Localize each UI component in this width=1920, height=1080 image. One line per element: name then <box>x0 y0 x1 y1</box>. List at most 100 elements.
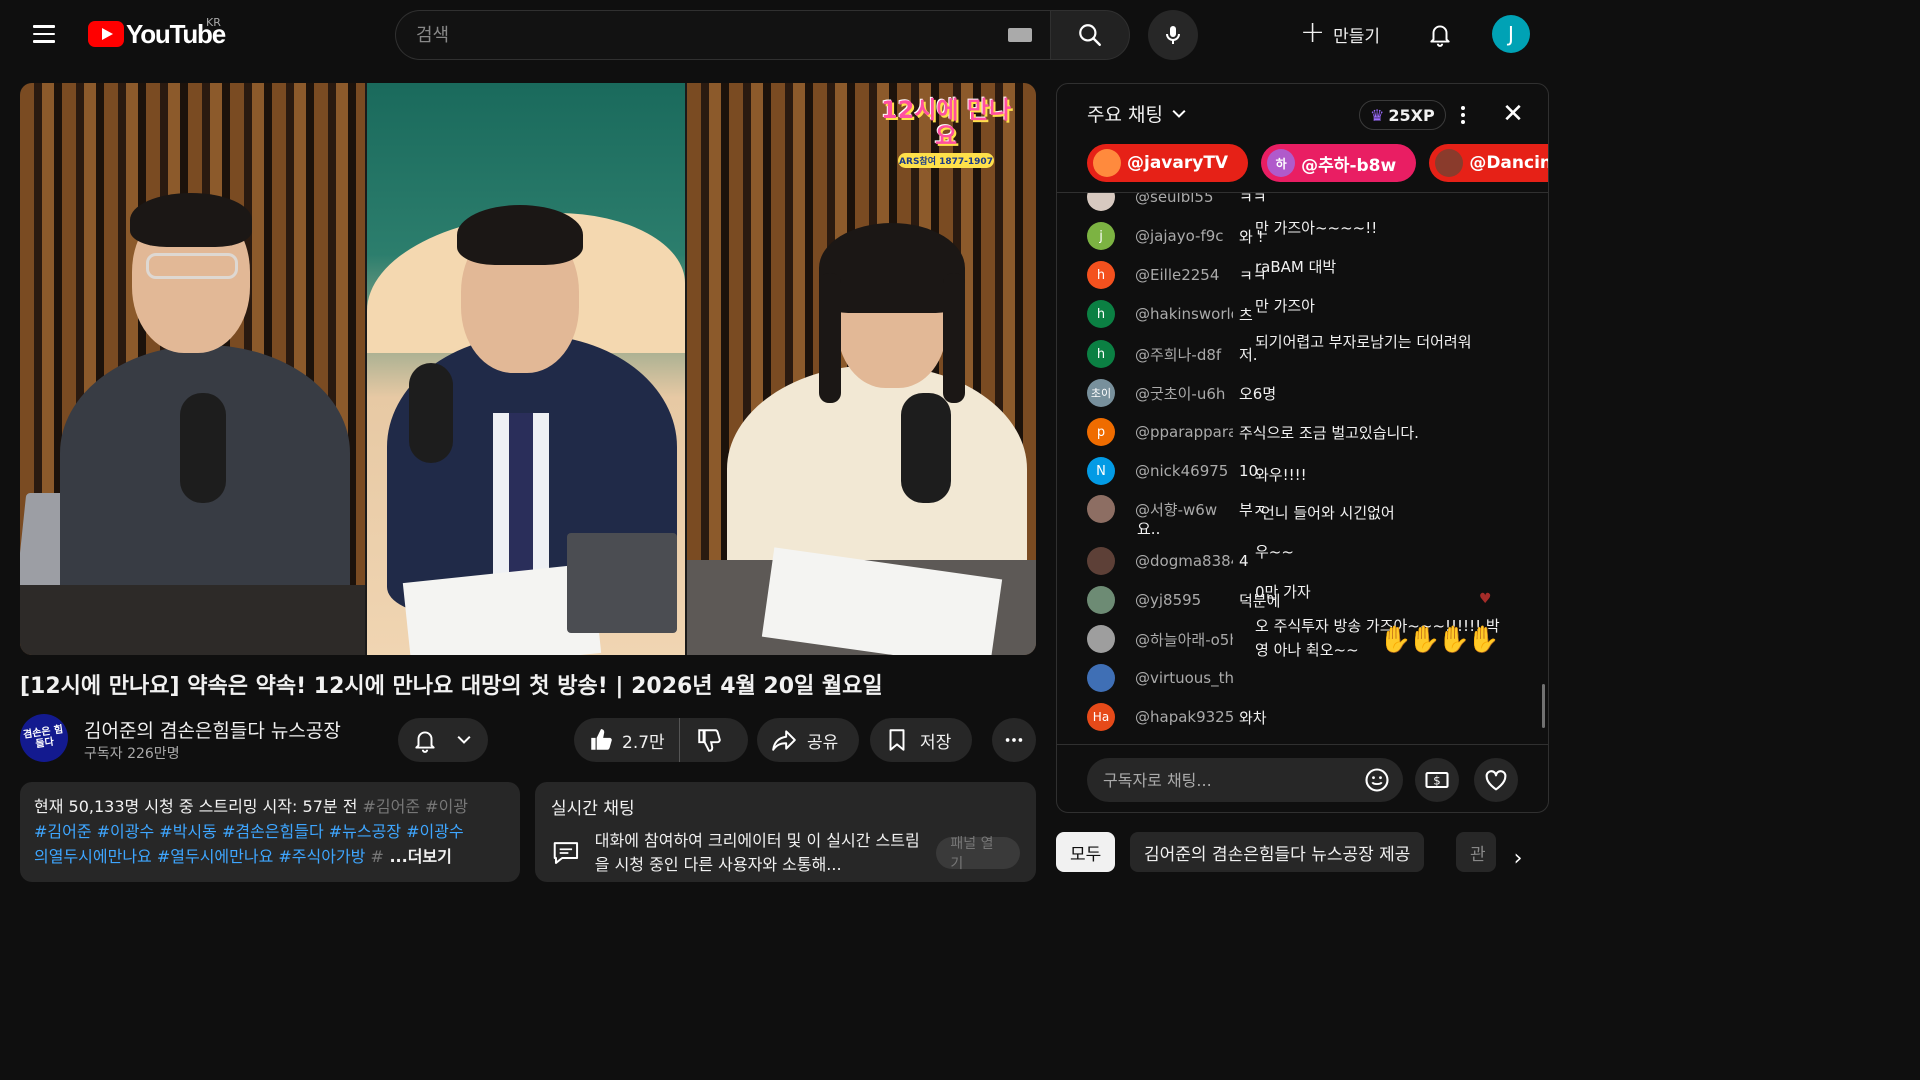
channel-avatar[interactable]: 겸손은 힘들다 <box>20 714 68 762</box>
live-chat-panel: 주요 채팅 ♛ 25XP ✕ @javaryTV 하 @추하-b8w @Danc… <box>1056 83 1549 813</box>
chat-avatar[interactable]: j <box>1087 222 1115 250</box>
chevron-right-icon[interactable]: › <box>1500 838 1536 878</box>
ticker-item[interactable]: 하 @추하-b8w <box>1261 144 1417 182</box>
channel-name[interactable]: 김어준의 겸손은힘들다 뉴스공장 <box>84 716 341 743</box>
search-box <box>395 10 1050 60</box>
more-actions-button[interactable] <box>992 718 1036 762</box>
chat-author[interactable]: @주희나-d8f <box>1135 344 1233 365</box>
chat-avatar[interactable] <box>1087 495 1115 523</box>
chat-avatar[interactable]: p <box>1087 418 1115 446</box>
emoji-button[interactable] <box>1355 758 1399 802</box>
chat-message: 초이 @굿초이-u6h 오6명 <box>1087 377 1276 409</box>
top-bar: YouTube KR + 만들기 J <box>0 0 1568 68</box>
chat-author[interactable]: @Eille2254 <box>1135 266 1233 284</box>
chat-avatar[interactable] <box>1087 625 1115 653</box>
chat-message: p @pparapparappa 주식으로 조금 벌고있습니다. <box>1087 416 1419 448</box>
live-chat-card-title: 실시간 채팅 <box>551 799 635 819</box>
channel-avatar-text: 겸손은 힘들다 <box>22 724 64 751</box>
ticker-item[interactable]: @javaryTV <box>1087 144 1249 182</box>
hashtags-line-1[interactable]: #김어준 #이광수 #박시동 #겸손은힘들다 #뉴스공장 #이광수 <box>34 819 506 844</box>
save-label: 저장 <box>920 732 952 753</box>
chip-all[interactable]: 모두 <box>1056 832 1116 872</box>
subscriber-count: 구독자 226만명 <box>84 746 180 762</box>
microphone-icon <box>1166 26 1180 44</box>
chat-avatar[interactable]: Ha <box>1087 703 1115 731</box>
share-button[interactable]: 공유 <box>757 718 859 762</box>
description-box[interactable]: 현재 50,133명 시청 중 스트리밍 시작: 57분 전 #김어준 #이광 … <box>20 782 520 882</box>
video-player[interactable]: 12시에 만나요 ARS참여 1877-1907 <box>20 83 1036 655</box>
notifications-button[interactable] <box>1420 14 1460 54</box>
voice-search-button[interactable] <box>1148 10 1198 60</box>
heart-icon <box>1485 770 1507 791</box>
chat-mode-selector[interactable]: 주요 채팅 <box>1087 100 1189 127</box>
ticker-avatar: 하 <box>1267 149 1296 177</box>
chat-author[interactable]: @하늘아래-o5h <box>1135 629 1233 650</box>
chat-avatar[interactable]: h <box>1087 300 1115 328</box>
region-code: KR <box>206 16 221 29</box>
save-button[interactable]: 저장 <box>870 718 972 762</box>
subscription-notification-button[interactable] <box>398 718 488 762</box>
chat-author[interactable]: @pparapparappa <box>1135 423 1233 441</box>
chat-author[interactable]: @hakinsworld <box>1135 305 1233 323</box>
search-input[interactable] <box>416 24 1008 46</box>
bell-icon <box>415 731 435 753</box>
create-button[interactable]: + 만들기 <box>1286 14 1394 54</box>
chat-avatar[interactable]: h <box>1087 261 1115 289</box>
show-logo: 12시에 만나요 ARS참여 1877-1907 <box>878 97 1014 171</box>
chip-channel[interactable]: 김어준의 겸손은힘들다 뉴스공장 제공 <box>1130 832 1425 872</box>
chat-avatar[interactable]: N <box>1087 457 1115 485</box>
open-panel-button[interactable]: 패널 열기 <box>936 836 1020 872</box>
like-count: 2.7만 <box>622 732 665 753</box>
hashtags-line-2-text[interactable]: 의열두시에만나요 #열두시에만나요 #주식아가방 <box>34 847 365 866</box>
chat-avatar[interactable]: 초이 <box>1087 379 1115 407</box>
super-chat-button[interactable]: $ <box>1415 758 1459 802</box>
chat-text: 오6명 <box>1239 384 1277 403</box>
chat-avatar[interactable] <box>1087 664 1115 692</box>
chat-author[interactable]: @dogma8384 <box>1135 552 1233 570</box>
chat-author[interactable]: @jajayo-f9c <box>1135 227 1233 245</box>
video-panel-center <box>367 83 685 655</box>
chat-avatar[interactable] <box>1087 193 1115 211</box>
ticker-avatar <box>1093 149 1121 177</box>
xp-badge[interactable]: ♛ 25XP <box>1359 100 1446 130</box>
chat-avatar[interactable] <box>1087 586 1115 614</box>
search-button[interactable] <box>1050 10 1130 60</box>
keyboard-icon[interactable] <box>1008 28 1032 42</box>
like-button[interactable]: 2.7만 <box>574 718 680 762</box>
overlay-message: 되기어렵고 부자로남기는 더어려워 <box>1255 333 1472 351</box>
chat-input[interactable] <box>1103 770 1373 790</box>
live-chat-card: 실시간 채팅 대화에 참여하여 크리에이터 및 이 실시간 스트림을 시청 중인… <box>535 782 1036 882</box>
chat-author[interactable]: @굿초이-u6h <box>1135 383 1233 404</box>
show-more-link[interactable]: ...더보기 <box>384 847 451 866</box>
close-chat-icon[interactable]: ✕ <box>1497 98 1529 130</box>
chat-scrollbar[interactable] <box>1542 684 1545 728</box>
chat-author[interactable]: @nick46975 <box>1135 462 1233 480</box>
create-label: 만들기 <box>1333 26 1381 47</box>
chat-more-icon[interactable] <box>1453 102 1473 128</box>
chat-author[interactable]: @서향-w6w <box>1135 499 1233 520</box>
chat-author[interactable]: @seulbl55 <box>1135 193 1233 206</box>
overlay-message: 와우!!!! <box>1255 466 1307 484</box>
dislike-button[interactable] <box>680 727 738 753</box>
guide-menu-icon[interactable] <box>24 14 64 54</box>
account-avatar[interactable]: J <box>1492 15 1530 53</box>
bell-icon <box>1430 25 1450 47</box>
youtube-logo[interactable]: YouTube <box>88 18 226 50</box>
description-stats: 현재 50,133명 시청 중 스트리밍 시작: 57분 전 #김어준 #이광 <box>34 794 506 819</box>
smiley-icon <box>1365 768 1389 792</box>
chat-author[interactable]: @virtuous_think <box>1135 669 1233 687</box>
hashtags-fade: # <box>365 847 384 866</box>
search-bar <box>395 10 1130 60</box>
chat-avatar[interactable] <box>1087 547 1115 575</box>
video-title: [12시에 만나요] 약속은 약속! 12시에 만나요 대망의 첫 방송! | … <box>20 674 883 699</box>
youtube-play-icon <box>88 21 124 47</box>
chat-messages: @seulbl55 ㅋㅋ j @jajayo-f9c 와 ! h @Eille2… <box>1057 193 1548 743</box>
ticker-name: @Dancingl <box>1469 153 1548 173</box>
heart-reaction-button[interactable] <box>1474 758 1518 802</box>
chat-avatar[interactable]: h <box>1087 340 1115 368</box>
ticker-item[interactable]: @Dancingl <box>1429 144 1548 182</box>
chat-author[interactable]: @yj8595 <box>1135 591 1233 609</box>
chat-text: 와차 <box>1239 708 1267 727</box>
chip-related[interactable]: 관 <box>1456 832 1496 872</box>
chat-author[interactable]: @hapak9325 <box>1135 708 1233 726</box>
